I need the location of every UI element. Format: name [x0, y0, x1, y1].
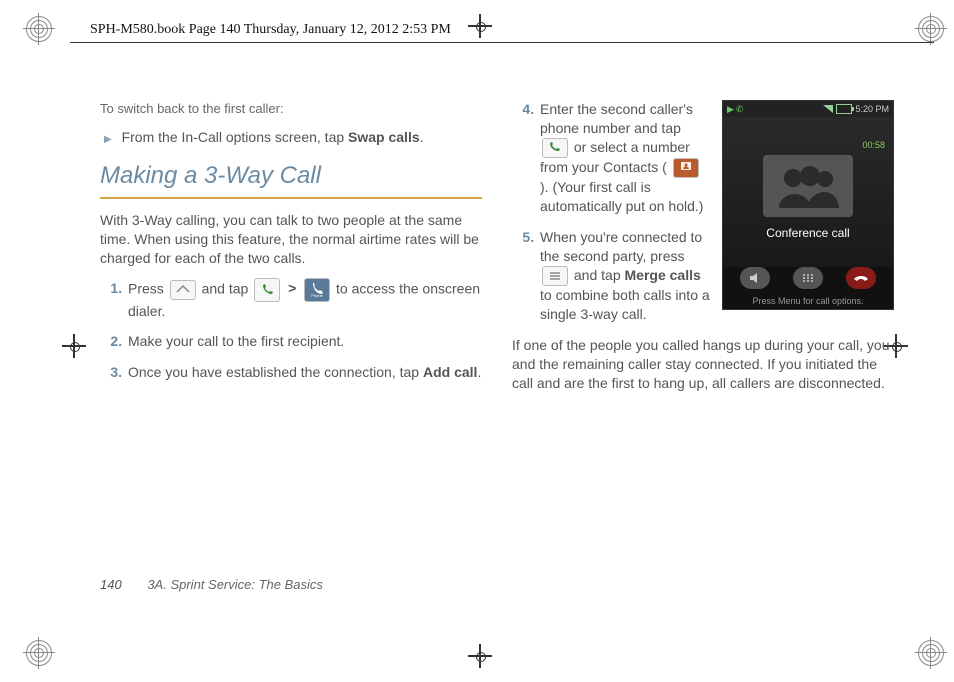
menu-key-icon	[542, 266, 568, 286]
call-elapsed: 00:58	[862, 139, 885, 151]
swap-calls-instruction: ▶ From the In-Call options screen, tap S…	[100, 128, 482, 147]
column-right: ▶ ✆ 5:20 PM 00:58 Conference call	[512, 100, 894, 592]
home-key-icon	[170, 280, 196, 300]
step-3: Once you have established the connection…	[126, 363, 482, 382]
crop-cross-left	[62, 334, 86, 358]
swap-calls-label: Swap calls	[348, 129, 420, 145]
battery-icon	[836, 104, 852, 114]
triangle-bullet-icon: ▶	[104, 134, 118, 145]
step-2: Make your call to the first recipient.	[126, 332, 482, 351]
conference-avatar	[763, 155, 853, 217]
swap-post: .	[420, 129, 424, 145]
crop-cross-top	[468, 14, 492, 38]
step1-mid: and tap	[202, 280, 253, 296]
registration-mark-bottom-right	[918, 640, 944, 666]
running-head: SPH-M580.book Page 140 Thursday, January…	[90, 22, 451, 38]
step3-pre: Once you have established the connection…	[128, 364, 423, 380]
step1-pre: Press	[128, 280, 168, 296]
s4c: ). (Your first call is automatically put…	[540, 179, 703, 214]
dial-call-icon	[542, 138, 568, 158]
end-call-button[interactable]	[846, 267, 876, 289]
s5a: When you're connected to the second part…	[540, 229, 702, 264]
phone-app-icon: Phone	[304, 278, 330, 302]
breadcrumb-caret: >	[288, 279, 296, 298]
handset-status-icon: ✆	[736, 103, 744, 115]
crop-cross-bottom	[468, 644, 492, 668]
section-heading-3way: Making a 3-Way Call	[100, 160, 482, 192]
registration-mark-top-right	[918, 16, 944, 42]
s5c: to combine both calls into a single 3-wa…	[540, 287, 710, 322]
status-right: 5:20 PM	[823, 103, 889, 115]
step3-post: .	[477, 364, 481, 380]
menu-hint: Press Menu for call options.	[723, 295, 893, 307]
column-left: To switch back to the first caller: ▶ Fr…	[100, 100, 482, 592]
header-rule	[70, 42, 934, 43]
s5b: and tap	[574, 267, 625, 283]
step-1: Press and tap > Phone to access the onsc…	[126, 278, 482, 321]
steps-list-left: Press and tap > Phone to access the onsc…	[100, 278, 482, 383]
signal-icon	[823, 105, 833, 113]
mute-button[interactable]	[740, 267, 770, 289]
content-area: To switch back to the first caller: ▶ Fr…	[100, 100, 894, 592]
heading-rule	[100, 197, 482, 199]
contacts-icon	[673, 158, 699, 178]
add-call-label: Add call	[423, 364, 477, 380]
registration-mark-bottom-left	[26, 640, 52, 666]
conference-title: Conference call	[766, 225, 849, 241]
page-root: SPH-M580.book Page 140 Thursday, January…	[0, 0, 954, 682]
phone-call-icon	[254, 278, 280, 302]
svg-text:Phone: Phone	[311, 293, 323, 298]
status-bar: ▶ ✆ 5:20 PM	[723, 101, 893, 117]
switch-back-lead: To switch back to the first caller:	[100, 100, 482, 118]
page-number: 140	[100, 577, 122, 592]
dialpad-button[interactable]	[793, 267, 823, 289]
page-footer: 140 3A. Sprint Service: The Basics	[100, 577, 323, 592]
status-time: 5:20 PM	[855, 103, 889, 115]
footer-section-title: 3A. Sprint Service: The Basics	[147, 577, 323, 592]
registration-mark-top-left	[26, 16, 52, 42]
s4a: Enter the second caller's phone number a…	[540, 101, 693, 136]
swap-pre: From the In-Call options screen, tap	[122, 129, 348, 145]
phone-screenshot: ▶ ✆ 5:20 PM 00:58 Conference call	[722, 100, 894, 310]
call-button-row	[723, 265, 893, 291]
merge-calls-label: Merge calls	[625, 267, 701, 283]
call-area: 00:58 Conference call	[723, 117, 893, 267]
closing-paragraph: If one of the people you called hangs up…	[512, 336, 894, 393]
intro-paragraph: With 3-Way calling, you can talk to two …	[100, 211, 482, 268]
call-status-icon: ▶	[727, 103, 734, 115]
status-left-icons: ▶ ✆	[727, 103, 743, 115]
